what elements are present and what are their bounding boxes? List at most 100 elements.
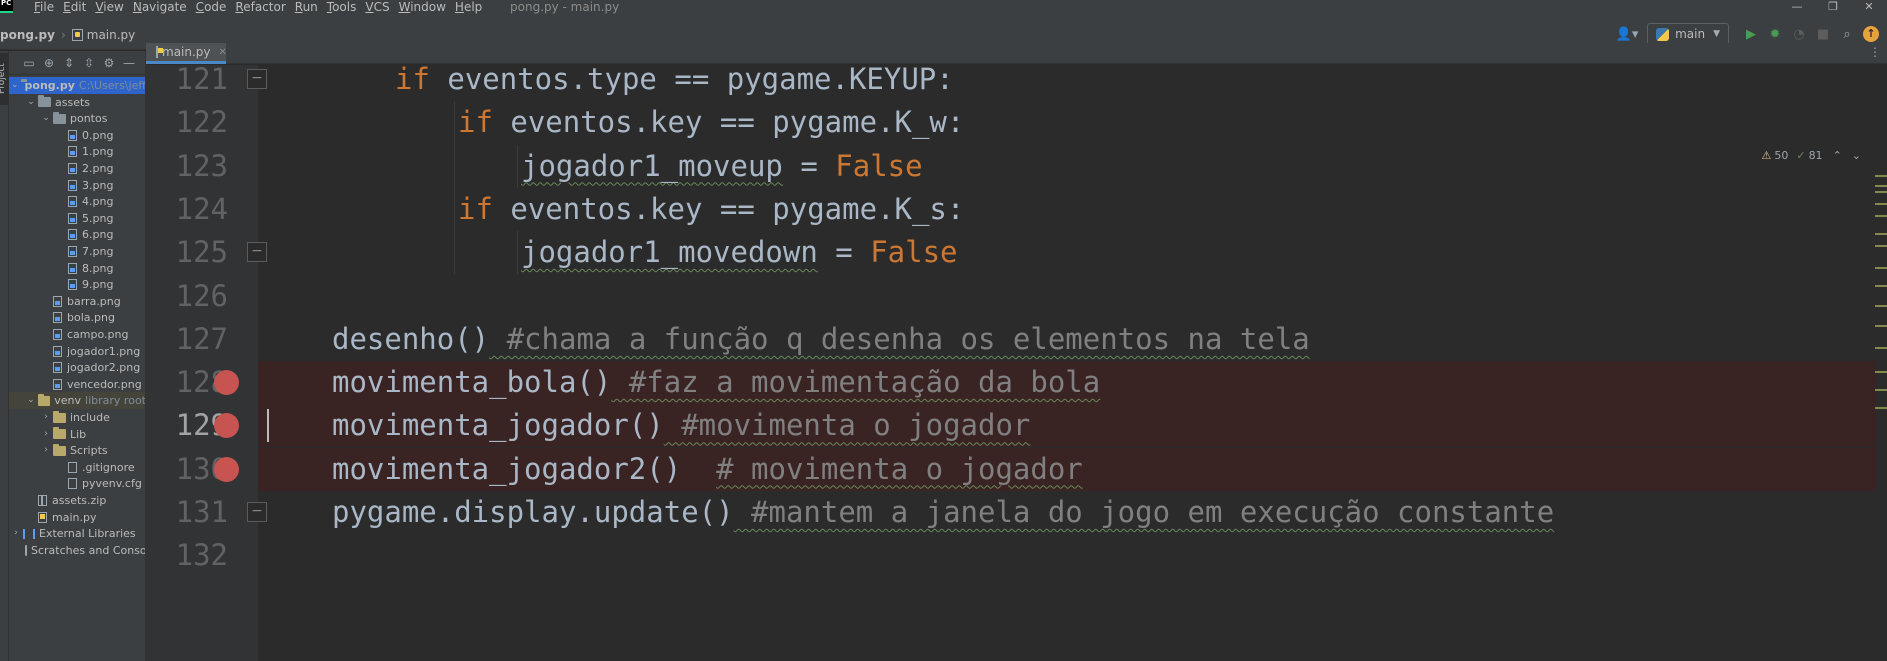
error-stripe[interactable]	[1875, 175, 1887, 415]
menu-item-code[interactable]: Code	[196, 0, 227, 14]
tree-item[interactable]: 5.png	[9, 210, 145, 227]
gear-icon[interactable]: ⚙	[99, 56, 119, 70]
tree-item[interactable]: pyvenv.cfg	[9, 475, 145, 492]
tree-item[interactable]: ⌄ pong.py C:\Users\jeffe	[9, 77, 145, 94]
code-line[interactable]: jogador1_movedown = False	[521, 231, 958, 274]
chevron-down-icon[interactable]: ⌄	[1852, 149, 1861, 162]
menu-item-file[interactable]: File	[34, 0, 54, 14]
tree-item[interactable]: ⌄ pontos	[9, 110, 145, 127]
chevron-down-icon[interactable]: ⌄	[41, 110, 51, 127]
menu-item-tools[interactable]: Tools	[327, 0, 357, 14]
fold-icon[interactable]: −	[247, 502, 267, 522]
inspection-widget[interactable]: ⚠ 50 ✓ 81 ⌃ ⌄	[1761, 149, 1861, 162]
breakpoint-icon[interactable]	[214, 456, 239, 482]
keyword-token: if	[458, 191, 493, 226]
code-line[interactable]: movimenta_jogador2() # movimenta o jogad…	[332, 448, 1083, 491]
close-tab-icon[interactable]: ✕	[219, 47, 227, 58]
chevron-down-icon: ▼	[1713, 29, 1720, 39]
tab-main-py[interactable]: main.py ✕	[146, 43, 227, 64]
minimize-icon[interactable]: —	[1779, 0, 1815, 14]
menu-item-view[interactable]: View	[95, 0, 123, 14]
code-line[interactable]: jogador1_moveup = False	[521, 145, 923, 188]
chevron-up-icon[interactable]: ⌃	[1833, 149, 1842, 162]
folder-icon	[37, 393, 51, 406]
tree-item[interactable]: › Scripts	[9, 442, 145, 459]
breadcrumb-file[interactable]: main.py	[87, 28, 136, 42]
view-mode-icon[interactable]: ▭	[19, 56, 39, 70]
chevron-right-icon[interactable]: ›	[41, 409, 51, 426]
code-line[interactable]: movimenta_jogador() #movimenta o jogador	[332, 404, 1030, 447]
fold-icon[interactable]: −	[247, 242, 267, 263]
menu-item-run[interactable]: Run	[295, 0, 318, 14]
tree-item[interactable]: 9.png	[9, 276, 145, 293]
collapse-all-icon[interactable]: ⇳	[79, 56, 99, 70]
tree-item[interactable]: 3.png	[9, 177, 145, 194]
menu-item-vcs[interactable]: VCS	[365, 0, 389, 14]
tree-item[interactable]: 8.png	[9, 260, 145, 277]
menu-item-refactor[interactable]: Refactor	[235, 0, 285, 14]
tree-item[interactable]: 6.png	[9, 226, 145, 243]
tree-item-label: External Libraries	[39, 527, 136, 541]
locate-icon[interactable]: ⊕	[39, 56, 59, 70]
hide-icon[interactable]: —	[119, 56, 139, 70]
code-line[interactable]: movimenta_bola() #faz a movimentação da …	[332, 361, 1100, 404]
tree-item[interactable]: › include	[9, 409, 145, 426]
comment-token: #chama a função q desenha os elementos n…	[489, 321, 1310, 356]
more-icon[interactable]: ⋮	[1869, 45, 1881, 59]
chevron-down-icon[interactable]: ⌄	[26, 94, 36, 111]
tree-item[interactable]: barra.png	[9, 293, 145, 310]
code-editor[interactable]: 121 122 123 124 125 126 127 128 129 130 131 132− − − …	[146, 65, 1887, 661]
tree-item[interactable]: 1.png	[9, 143, 145, 160]
tree-item[interactable]: vencedor.png	[9, 376, 145, 393]
expand-all-icon[interactable]: ⇕	[59, 56, 79, 70]
tree-item[interactable]: .gitignore	[9, 459, 145, 476]
project-tool-tab[interactable]: Project	[0, 53, 9, 105]
menu-item-help[interactable]: Help	[455, 0, 482, 14]
tree-item[interactable]: › Lib	[9, 426, 145, 443]
chevron-down-icon[interactable]: ⌄	[11, 77, 19, 94]
breakpoint-icon[interactable]	[214, 413, 239, 439]
restore-icon[interactable]: ❐	[1815, 0, 1851, 14]
code-line[interactable]: if eventos.type == pygame.KEYUP:	[395, 65, 954, 101]
tree-item[interactable]: ⌄ venv library root	[9, 392, 145, 410]
tree-item[interactable]: 4.png	[9, 193, 145, 210]
run-icon[interactable]: ▶	[1739, 27, 1763, 42]
tree-item[interactable]: 0.png	[9, 127, 145, 144]
chevron-down-icon[interactable]: ⌄	[26, 392, 36, 409]
tree-item[interactable]: bola.png	[9, 309, 145, 326]
comment-token: #faz a movimentação da bola	[611, 365, 1101, 400]
project-panel: ▭ ⊕ ⇕ ⇳ ⚙ — ⌄ pong.py C:\Users\jeffe ⌄ asset…	[9, 51, 146, 661]
code-line[interactable]: pygame.display.update() #mantem a janela…	[332, 491, 1554, 534]
stop-icon[interactable]: ■	[1811, 27, 1835, 42]
breadcrumb-project[interactable]: pong.py	[0, 28, 55, 42]
menu-item-edit[interactable]: Edit	[63, 0, 86, 14]
code-line[interactable]: desenho() #chama a função q desenha os e…	[332, 318, 1310, 361]
tree-item[interactable]: jogador2.png	[9, 359, 145, 376]
tree-item[interactable]: ⌄ assets	[9, 94, 145, 111]
tree-item[interactable]: campo.png	[9, 326, 145, 343]
chevron-right-icon[interactable]: ›	[41, 426, 51, 443]
code-line[interactable]: if eventos.key == pygame.K_s:	[458, 188, 964, 231]
code-line[interactable]: if eventos.key == pygame.K_w:	[458, 101, 964, 144]
tree-item[interactable]: main.py	[9, 509, 145, 526]
profile-icon[interactable]: ◔	[1787, 27, 1811, 42]
update-icon[interactable]: ↑	[1863, 26, 1879, 42]
search-icon[interactable]: ⌕	[1835, 27, 1859, 42]
tree-item[interactable]: 2.png	[9, 160, 145, 177]
user-icon[interactable]: 👤▾	[1615, 27, 1639, 42]
tree-item[interactable]: › External Libraries	[9, 525, 145, 542]
chevron-right-icon[interactable]: ›	[11, 525, 21, 542]
debug-icon[interactable]: ✹	[1763, 27, 1787, 42]
tree-item[interactable]: assets.zip	[9, 492, 145, 509]
chevron-right-icon[interactable]: ›	[41, 442, 51, 459]
menu-item-window[interactable]: Window	[399, 0, 446, 14]
breakpoint-icon[interactable]	[214, 370, 239, 396]
tree-item[interactable]: Scratches and Consoles	[9, 542, 145, 559]
editor-gutter[interactable]: 121 122 123 124 125 126 127 128 129 130 131 132− − −	[146, 65, 267, 661]
menu-item-navigate[interactable]: Navigate	[133, 0, 187, 14]
run-configuration-select[interactable]: main ▼	[1647, 23, 1729, 45]
fold-icon[interactable]: −	[247, 69, 267, 89]
tree-item[interactable]: 7.png	[9, 243, 145, 260]
close-window-icon[interactable]: ✕	[1851, 0, 1887, 14]
tree-item[interactable]: jogador1.png	[9, 343, 145, 360]
